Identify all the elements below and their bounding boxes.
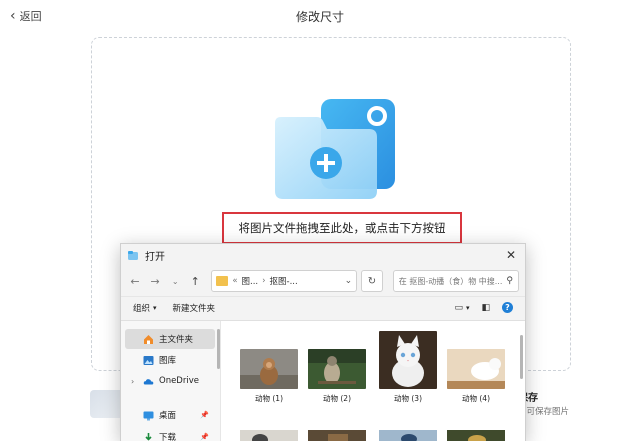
open-file-dialog: 打开 ✕ ← → ⌄ ↑ « 图... › 抠图-... ⌄ ↻ 在 抠图-动播…	[120, 243, 526, 441]
image-thumbnail	[447, 430, 505, 441]
caret-down-icon: ▾	[465, 303, 470, 312]
chevron-right-icon[interactable]: ›	[131, 377, 134, 386]
dialog-titlebar: 打开 ✕	[121, 244, 525, 266]
search-icon: ⚲	[506, 276, 513, 286]
file-thumbnail-row2-4[interactable]	[447, 429, 505, 441]
cloud-icon	[143, 378, 154, 384]
bird-image	[308, 349, 366, 389]
sidebar-item-label: 桌面	[159, 411, 177, 421]
app-icon	[128, 251, 138, 260]
chevron-down-icon[interactable]: ⌄	[167, 277, 183, 286]
search-placeholder: 在 抠图-动播（食）物 中搜...	[398, 276, 503, 286]
search-input[interactable]: 在 抠图-动播（食）物 中搜... ⚲	[392, 270, 519, 292]
page-title: 修改尺寸	[295, 10, 344, 24]
organize-button[interactable]: 组织 ▾	[133, 302, 157, 314]
chevron-right-icon: ›	[262, 276, 266, 286]
desktop-icon	[143, 411, 154, 420]
home-icon	[144, 334, 153, 344]
close-icon[interactable]: ✕	[503, 248, 519, 262]
overflow-icon[interactable]: «	[232, 276, 237, 286]
preview-pane-icon[interactable]: ◧	[481, 303, 490, 313]
caret-down-icon: ▾	[153, 303, 157, 312]
sidebar-item-onedrive[interactable]: › OneDrive	[125, 371, 215, 391]
folder-upload-icon	[275, 99, 395, 199]
refresh-button[interactable]: ↻	[361, 270, 383, 292]
up-arrow-icon[interactable]: ↑	[187, 275, 203, 288]
organize-label: 组织	[133, 303, 151, 314]
file-thumbnail-row2-3[interactable]	[379, 429, 437, 441]
sidebar-item-gallery[interactable]: 图库	[125, 350, 215, 370]
gallery-icon	[143, 355, 154, 365]
dialog-toolbar: 组织 ▾ 新建文件夹 ▭ ▾ ◧ ?	[121, 296, 525, 318]
drop-hint-box: 将图片文件拖拽至此处，或点击下方按钮	[222, 212, 462, 244]
file-thumbnail-cat[interactable]	[379, 331, 437, 389]
forward-arrow-icon[interactable]: →	[147, 275, 163, 288]
back-arrow-icon[interactable]: ←	[127, 275, 143, 288]
sidebar-item-desktop[interactable]: 桌面 📌	[125, 405, 215, 425]
sidebar-scrollbar[interactable]	[217, 329, 220, 369]
file-thumbnail-bird[interactable]	[308, 349, 366, 389]
file-label[interactable]: 动物 (4)	[441, 393, 511, 404]
download-icon	[144, 432, 153, 441]
address-segment-1[interactable]: 图...	[242, 275, 259, 287]
chevron-down-icon[interactable]: ⌄	[345, 276, 353, 286]
navigation-pane: 主文件夹 图库 › OneDrive 桌面 📌 下载 📌	[121, 321, 221, 441]
sidebar-item-downloads[interactable]: 下载 📌	[125, 427, 215, 441]
file-label[interactable]: 动物 (3)	[373, 393, 443, 404]
view-options-button[interactable]: ▭ ▾	[454, 303, 469, 313]
help-icon[interactable]: ?	[502, 302, 513, 313]
content-scrollbar[interactable]	[520, 335, 523, 379]
cat-image	[379, 331, 437, 389]
view-icon: ▭	[454, 302, 463, 313]
file-thumbnail-row2-2[interactable]	[308, 429, 366, 441]
folder-icon	[216, 276, 229, 286]
file-thumbnail-row2-1[interactable]	[240, 429, 298, 441]
sidebar-item-label: OneDrive	[159, 376, 199, 386]
file-thumbnail-animal4[interactable]	[447, 349, 505, 389]
address-bar[interactable]: « 图... › 抠图-... ⌄	[211, 270, 358, 292]
animal-image	[447, 349, 505, 389]
monkey-image	[240, 349, 298, 389]
refresh-icon: ↻	[367, 275, 377, 287]
sidebar-item-label: 下载	[159, 433, 177, 441]
file-thumbnail-monkey[interactable]	[240, 349, 298, 389]
navigation-bar: ← → ⌄ ↑ « 图... › 抠图-... ⌄ ↻ 在 抠图-动播（食）物 …	[121, 266, 525, 296]
dialog-content: 主文件夹 图库 › OneDrive 桌面 📌 下载 📌 动物 (1) 动物 (…	[121, 320, 525, 441]
pin-icon[interactable]: 📌	[200, 433, 209, 441]
image-thumbnail	[240, 430, 298, 441]
image-thumbnail	[308, 430, 366, 441]
sidebar-item-home[interactable]: 主文件夹	[125, 329, 215, 349]
drop-hint-text: 将图片文件拖拽至此处，或点击下方按钮	[238, 221, 446, 235]
file-label[interactable]: 动物 (2)	[302, 393, 372, 404]
dialog-title: 打开	[145, 251, 165, 263]
file-label[interactable]: 动物 (1)	[234, 393, 304, 404]
image-thumbnail	[379, 430, 437, 441]
address-segment-2[interactable]: 抠图-...	[270, 275, 298, 287]
sidebar-item-label: 图库	[159, 356, 177, 366]
sidebar-item-label: 主文件夹	[159, 335, 194, 345]
new-folder-button[interactable]: 新建文件夹	[173, 302, 216, 314]
pin-icon[interactable]: 📌	[200, 411, 209, 419]
image-placeholder-icon	[90, 390, 124, 418]
